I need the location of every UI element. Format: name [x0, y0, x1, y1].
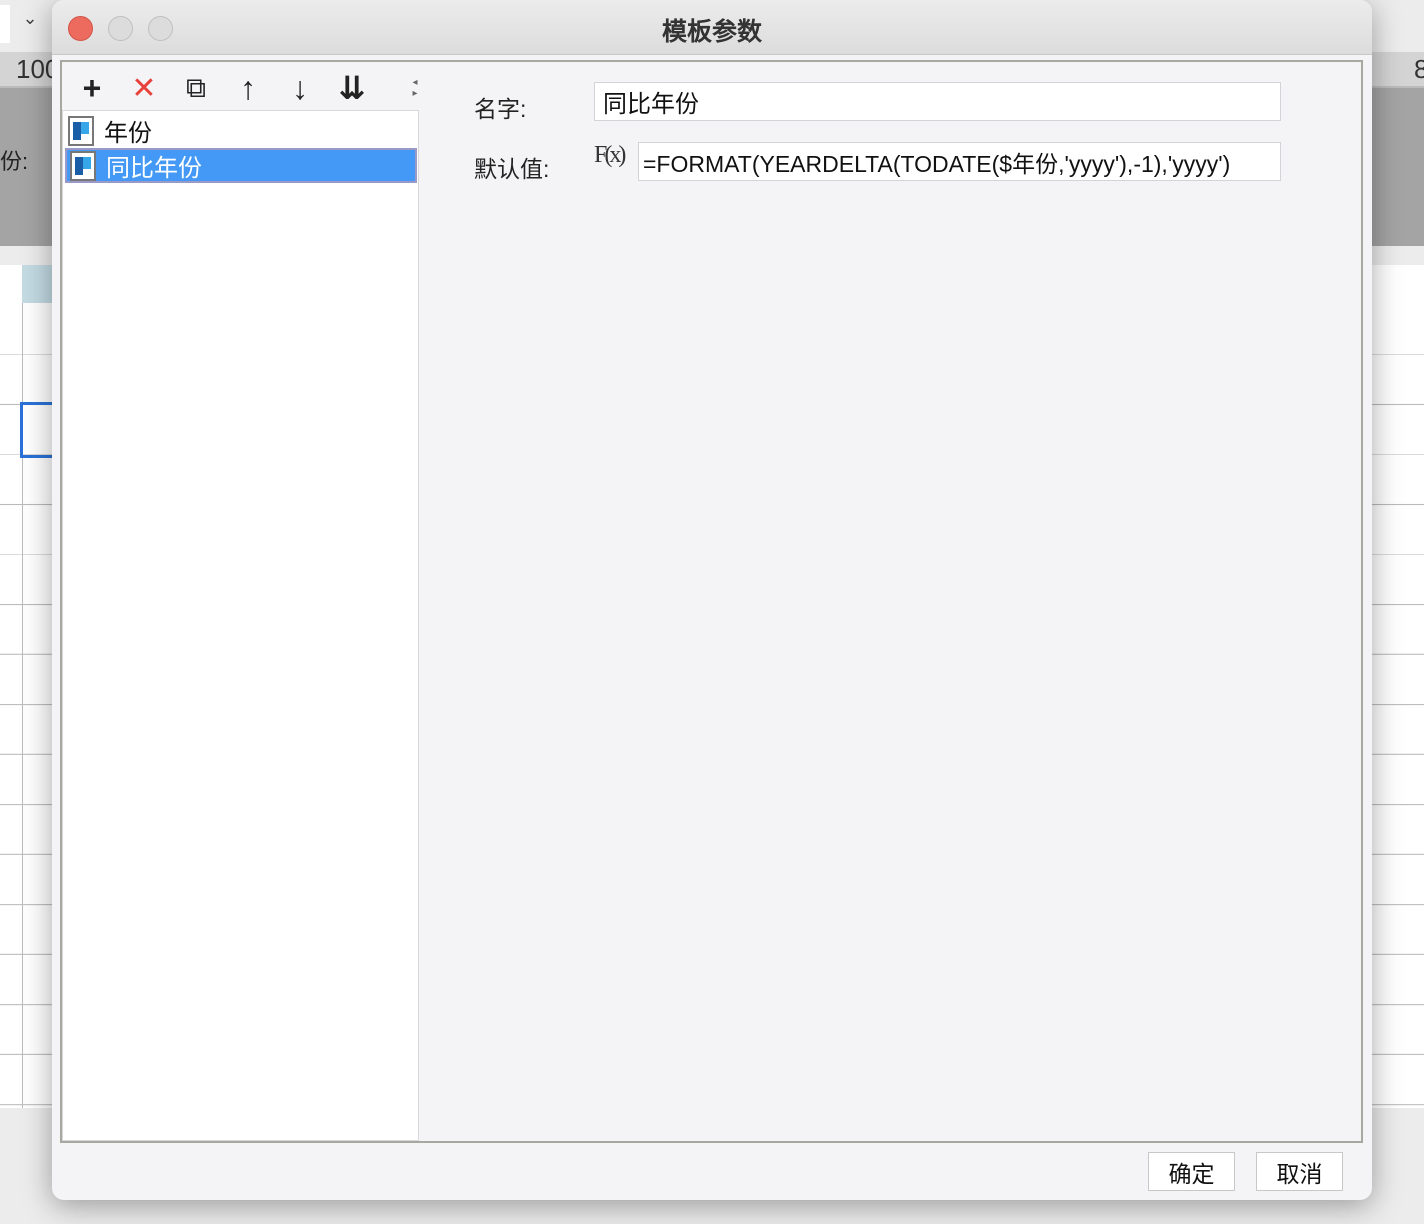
parameter-list[interactable]: 年份 同比年份	[62, 110, 419, 1141]
sort-icon[interactable]: ⇊	[334, 70, 370, 106]
bg-ruler-text: 8	[1414, 54, 1424, 84]
bg-col-header	[22, 265, 52, 303]
delete-icon[interactable]: ✕	[126, 70, 162, 106]
list-item-selected[interactable]: 同比年份	[65, 148, 417, 183]
name-label: 名字:	[474, 96, 527, 122]
default-value-label: 默认值:	[474, 156, 550, 182]
cancel-button[interactable]: 取消	[1256, 1152, 1343, 1191]
dialog-title: 模板参数	[661, 18, 762, 46]
bg-dropdown-icon[interactable]: ⌄	[12, 8, 48, 44]
name-input[interactable]: 同比年份	[594, 82, 1281, 121]
template-parameters-dialog: 模板参数 + ✕ ⧉ ↑ ↓ ⇊ ◂ ▸ 年份 同比年份 名字: 同比年份 默认值…	[52, 0, 1372, 1200]
formula-icon[interactable]: F(x)	[594, 142, 626, 169]
move-up-icon[interactable]: ↑	[230, 70, 266, 106]
copy-icon[interactable]: ⧉	[178, 70, 214, 106]
bg-input	[0, 5, 10, 43]
default-value-input[interactable]: =FORMAT(YEARDELTA(TODATE($年份,'yyyy'),-1)…	[638, 142, 1281, 181]
move-down-icon[interactable]: ↓	[282, 70, 318, 106]
parameter-toolbar: + ✕ ⧉ ↑ ↓ ⇊ ◂ ▸	[64, 66, 420, 110]
bg-label: 份:	[0, 149, 29, 174]
list-item[interactable]: 年份	[65, 113, 417, 148]
title-bar: 模板参数	[52, 0, 1372, 55]
parameter-icon	[70, 150, 96, 181]
ok-button[interactable]: 确定	[1148, 1152, 1235, 1191]
parameter-name: 年份	[104, 120, 152, 147]
collapse-arrows-icon[interactable]: ◂ ▸	[409, 70, 421, 106]
bg-row-header	[22, 265, 23, 1108]
content-panel: + ✕ ⧉ ↑ ↓ ⇊ ◂ ▸ 年份 同比年份 名字: 同比年份 默认值: F(x…	[60, 60, 1363, 1143]
add-icon[interactable]: +	[74, 70, 110, 106]
parameter-name: 同比年份	[106, 155, 202, 182]
parameter-icon	[68, 115, 94, 146]
